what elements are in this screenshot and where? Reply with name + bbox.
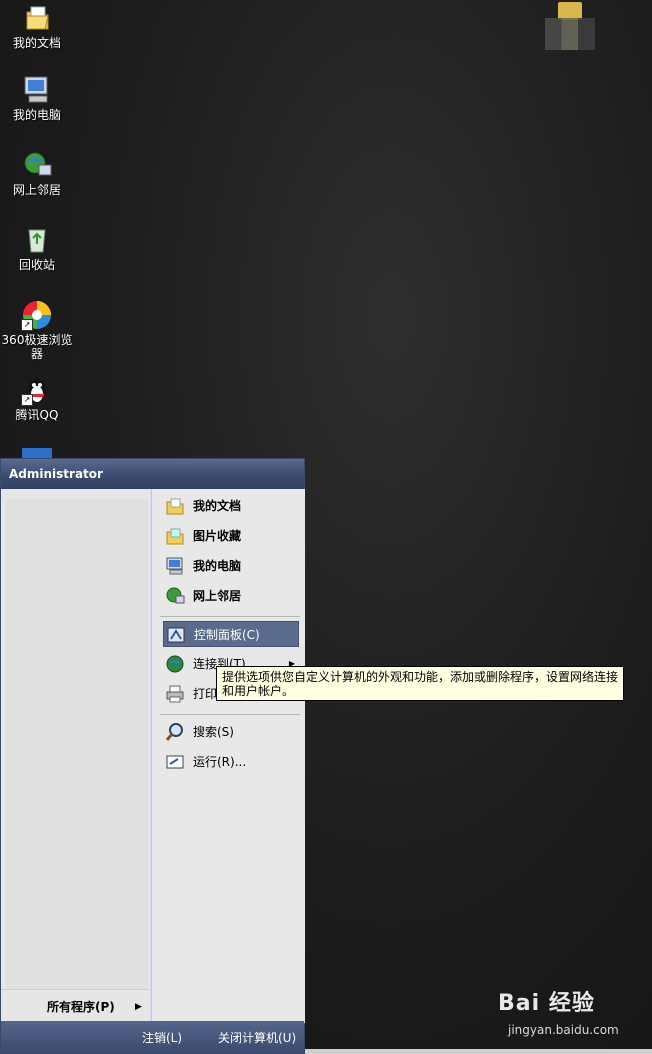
desktop-icon-my-documents[interactable]: 我的文档 [0,2,74,50]
desktop-icon-recycle-bin[interactable]: 回收站 [0,224,74,272]
menu-item-label: 我的电脑 [193,559,242,573]
logoff-button[interactable]: 注销(L) [142,1029,182,1046]
desktop-icon-my-computer[interactable]: 我的电脑 [0,74,74,122]
desktop-icon-network-places[interactable]: 网上邻居 [0,149,74,197]
desktop-icon-label: 我的电脑 [12,108,61,122]
all-programs-button[interactable]: 所有程序(P) ▶ [1,989,150,1023]
desktop-icon-label: 网上邻居 [12,183,61,197]
menu-item-my-computer[interactable]: 我的电脑 [163,553,299,579]
menu-item-my-documents[interactable]: 我的文档 [163,493,299,519]
search-icon [165,722,185,742]
desktop-icon-label: 回收站 [18,258,55,272]
connect-to-icon [165,654,185,674]
watermark-brand: Bai 经验 [498,991,595,1016]
watermark-url: jingyan.baidu.com [508,1023,619,1037]
recycle-bin-icon [21,224,53,256]
printer-icon [165,684,185,704]
shortcut-arrow-icon: ↗ [21,319,33,331]
360-browser-icon: ↗ [21,299,53,331]
pinned-programs-area [6,499,148,989]
my-documents-icon [21,2,53,34]
control-panel-icon [166,625,186,645]
menu-item-control-panel[interactable]: 控制面板(C) [163,621,299,647]
control-panel-tooltip: 提供选项供您自定义计算机的外观和功能，添加或删除程序，设置网络连接和用户帐户。 [216,666,624,701]
desktop-icon-label: 360极速浏览器 [1,333,73,361]
blurred-desktop-item [545,18,595,50]
desktop-icon-qq[interactable]: ↗ 腾讯QQ [0,374,74,422]
network-places-icon [21,149,53,181]
taskbar-edge [305,1049,652,1054]
menu-item-label: 图片收藏 [193,529,242,543]
my-documents-icon [165,496,185,516]
start-menu-user-name: Administrator [1,459,304,489]
start-menu-footer: 注销(L) 关闭计算机(U) [1,1021,304,1053]
menu-separator [160,616,300,617]
network-places-icon [165,586,185,606]
partial-desktop-icon [22,448,52,458]
start-menu-right-pane: 我的文档 图片收藏 我的电脑 网上邻居 控制面板(C) 连接到(T) ▶ 打印 [151,489,305,1023]
arrow-right-icon: ▶ [135,1002,142,1012]
shutdown-button[interactable]: 关闭计算机(U) [218,1029,296,1046]
menu-item-label: 运行(R)... [193,755,247,769]
menu-item-run[interactable]: 运行(R)... [163,749,299,775]
my-pictures-icon [165,526,185,546]
menu-item-label: 我的文档 [193,499,242,513]
desktop-icon-360-browser[interactable]: ↗ 360极速浏览器 [0,299,74,361]
menu-item-my-pictures[interactable]: 图片收藏 [163,523,299,549]
menu-item-search[interactable]: 搜索(S) [163,719,299,745]
all-programs-label: 所有程序(P) [47,1000,115,1014]
start-menu: Administrator 所有程序(P) ▶ 我的文档 图片收藏 我的电脑 网… [0,458,305,1054]
menu-item-label: 网上邻居 [193,589,242,603]
menu-item-network-places[interactable]: 网上邻居 [163,583,299,609]
qq-icon: ↗ [21,374,53,406]
menu-item-label: 打印 [193,687,218,701]
my-computer-icon [165,556,185,576]
run-icon [165,752,185,772]
desktop-icon-label: 我的文档 [12,36,61,50]
shortcut-arrow-icon: ↗ [21,394,33,406]
my-computer-icon [21,74,53,106]
menu-item-label: 控制面板(C) [194,628,260,642]
desktop-icon-label: 腾讯QQ [15,408,59,422]
menu-item-label: 搜索(S) [193,725,234,739]
menu-separator [160,714,300,715]
start-menu-left-pane: 所有程序(P) ▶ [1,489,150,1023]
